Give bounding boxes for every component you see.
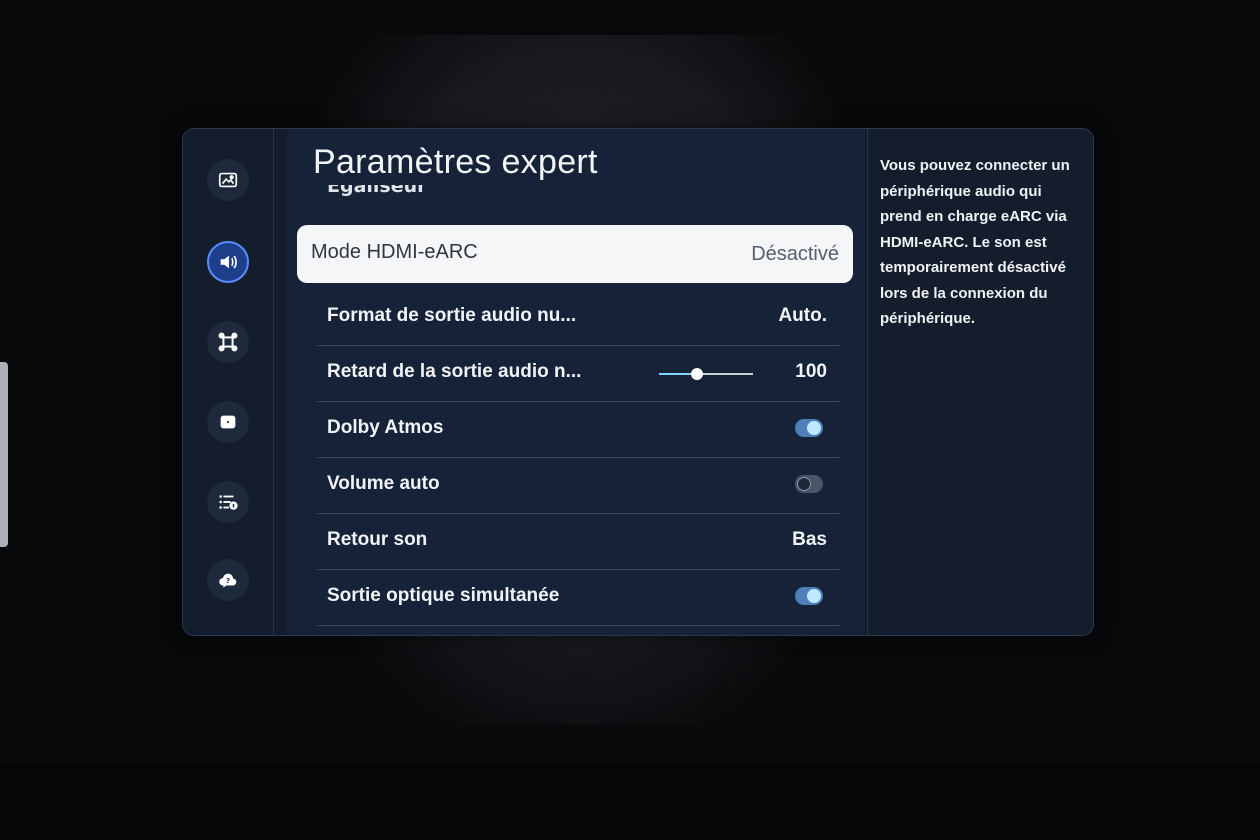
setting-label: Volume auto <box>327 473 440 494</box>
expert-settings-panel: Paramètres expert Égaliseur Mode HDMI-eA… <box>287 129 865 635</box>
setting-dolby-atmos[interactable]: Dolby Atmos <box>317 401 839 458</box>
setting-sound-feedback[interactable]: Retour son Bas <box>317 513 839 570</box>
partial-list-item-label: Égaliseur <box>327 185 427 197</box>
general-icon[interactable] <box>207 401 249 443</box>
setting-value: Bas <box>792 529 827 550</box>
setting-label: Sortie optique simultanée <box>327 585 560 606</box>
page-title: Paramètres expert <box>313 143 598 181</box>
setting-label: Retard de la sortie audio n... <box>327 361 582 382</box>
help-cloud-icon[interactable]: ? <box>207 559 249 601</box>
setting-label: Mode HDMI-eARC <box>311 241 478 263</box>
help-panel: Vous pouvez connecter un périphérique au… <box>867 129 1093 635</box>
setting-value: Auto. <box>778 305 827 326</box>
dolby-atmos-toggle[interactable] <box>795 419 823 437</box>
svg-text:?: ? <box>226 576 230 585</box>
sound-icon[interactable] <box>207 241 249 283</box>
setting-simultaneous-optical[interactable]: Sortie optique simultanée <box>317 569 839 626</box>
optical-output-toggle[interactable] <box>795 587 823 605</box>
setting-audio-output-format[interactable]: Format de sortie audio nu... Auto. <box>317 289 839 346</box>
setting-value: 100 <box>795 361 827 382</box>
picture-icon[interactable] <box>207 159 249 201</box>
setting-auto-volume[interactable]: Volume auto <box>317 457 839 514</box>
setting-hdmi-earc[interactable]: Mode HDMI-eARC Désactivé <box>297 225 853 283</box>
auto-volume-toggle[interactable] <box>795 475 823 493</box>
setting-audio-delay[interactable]: Retard de la sortie audio n... 100 <box>317 345 839 402</box>
connection-icon[interactable] <box>207 321 249 363</box>
tv-bezel <box>0 765 1260 840</box>
settings-menu: ? Paramètres expert Égaliseur Mode HDMI-… <box>182 128 1094 636</box>
ambient-light <box>0 362 8 547</box>
partial-list-item[interactable]: Égaliseur <box>327 185 427 203</box>
setting-label: Dolby Atmos <box>327 417 444 438</box>
settings-sidebar: ? <box>183 129 274 635</box>
setting-label: Retour son <box>327 529 428 550</box>
setting-label: Format de sortie audio nu... <box>327 305 577 326</box>
support-list-icon[interactable] <box>207 481 249 523</box>
setting-value: Désactivé <box>751 243 839 265</box>
slider-knob[interactable] <box>690 368 703 380</box>
help-text: Vous pouvez connecter un périphérique au… <box>880 157 1070 327</box>
audio-delay-slider[interactable] <box>659 368 753 380</box>
